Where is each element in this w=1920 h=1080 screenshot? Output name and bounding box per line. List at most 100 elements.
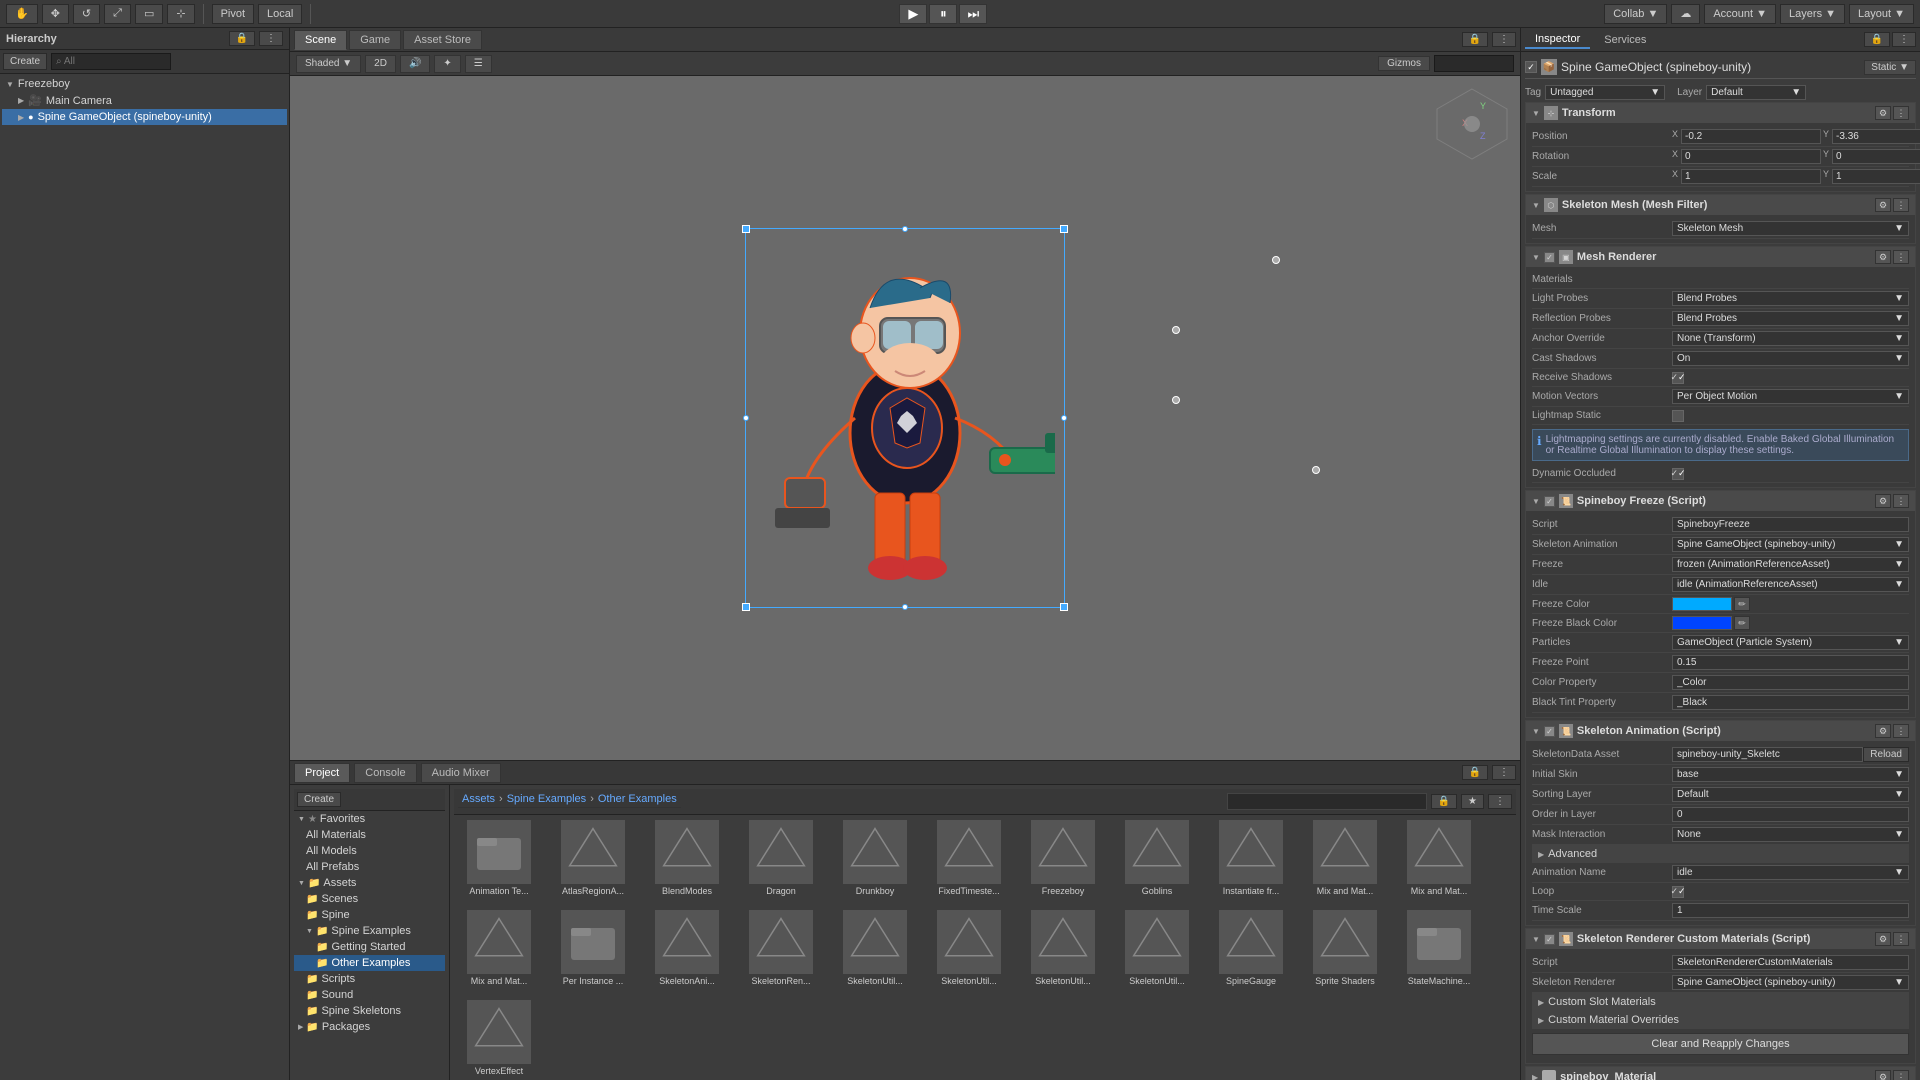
asset-dragon[interactable]: Dragon [736, 815, 826, 901]
breadcrumb-other-examples[interactable]: Other Examples [598, 793, 677, 805]
tree-scenes[interactable]: 📁 Scenes [294, 891, 445, 907]
scene-handle-3[interactable] [1172, 396, 1180, 404]
asset-statemachine[interactable]: StateMachine... [1394, 905, 1484, 991]
tree-spine-examples[interactable]: ▼ 📁 Spine Examples [294, 923, 445, 939]
asset-animation-te[interactable]: Animation Te... [454, 815, 544, 901]
transform-menu-btn[interactable]: ⋮ [1893, 106, 1909, 120]
reflection-probes-dropdown[interactable]: Blend Probes ▼ [1672, 311, 1909, 326]
skeleton-data-dropdown[interactable]: spineboy-unity_Skeletc [1672, 747, 1863, 762]
scale-tool-btn[interactable]: ⤢ [104, 4, 131, 24]
object-enabled-checkbox[interactable] [1525, 61, 1537, 73]
scale-y-field[interactable] [1832, 169, 1920, 184]
spineboy-freeze-menu-btn[interactable]: ⋮ [1893, 494, 1909, 508]
move-tool-btn[interactable]: ✥ [42, 4, 69, 24]
scene-tab-scene[interactable]: Scene [294, 30, 347, 50]
freeze-color-swatch[interactable] [1672, 597, 1732, 611]
mesh-renderer-menu-btn[interactable]: ⋮ [1893, 250, 1909, 264]
asset-atlasregion[interactable]: AtlasRegionA... [548, 815, 638, 901]
skeleton-anim-settings-btn[interactable]: ⚙ [1875, 724, 1891, 738]
mesh-renderer-settings-btn[interactable]: ⚙ [1875, 250, 1891, 264]
layers-btn[interactable]: Layers ▼ [1780, 4, 1845, 24]
dynamic-occluded-checkbox[interactable]: ✓ [1672, 468, 1684, 480]
asset-lock-btn[interactable]: 🔒 [1431, 794, 1457, 809]
freeze-black-picker-btn[interactable]: ✏ [1734, 616, 1750, 630]
shaded-dropdown[interactable]: Shaded ▼ [296, 55, 361, 73]
time-scale-field[interactable] [1672, 903, 1909, 918]
asset-mixmat1[interactable]: Mix and Mat... [1300, 815, 1390, 901]
anchor-override-dropdown[interactable]: None (Transform) ▼ [1672, 331, 1909, 346]
tag-dropdown[interactable]: Untagged ▼ [1545, 85, 1665, 100]
tree-spine-skeletons[interactable]: 📁 Spine Skeletons [294, 1003, 445, 1019]
tree-spine[interactable]: 📁 Spine [294, 907, 445, 923]
custom-slot-section[interactable]: ▶ Custom Slot Materials [1532, 993, 1909, 1011]
inspector-menu-btn[interactable]: ⋮ [1892, 32, 1916, 47]
tree-sound[interactable]: 📁 Sound [294, 987, 445, 1003]
asset-skeletren[interactable]: SkeletonRen... [736, 905, 826, 991]
asset-search-input[interactable] [1227, 793, 1427, 810]
asset-per-instance[interactable]: Per Instance ... [548, 905, 638, 991]
tree-scripts[interactable]: 📁 Scripts [294, 971, 445, 987]
hierarchy-menu-btn[interactable]: ⋮ [259, 31, 283, 46]
layout-btn[interactable]: Layout ▼ [1849, 4, 1914, 24]
mesh-renderer-header[interactable]: ▼ ✓ ▣ Mesh Renderer ⚙ ⋮ [1526, 247, 1915, 267]
handle-ml[interactable] [743, 415, 749, 421]
asset-skeletutil4[interactable]: SkeletonUtil... [1112, 905, 1202, 991]
advanced-section[interactable]: ▶ Advanced [1532, 845, 1909, 863]
rect-tool-btn[interactable]: ▭ [135, 4, 163, 24]
asset-sprite-shaders[interactable]: Sprite Shaders [1300, 905, 1390, 991]
effects-btn[interactable]: ✦ [434, 55, 460, 73]
handle-mr[interactable] [1061, 415, 1067, 421]
mesh-dropdown[interactable]: Skeleton Mesh ▼ [1672, 221, 1909, 236]
custom-script-dropdown[interactable]: SkeletonRendererCustomMaterials [1672, 955, 1909, 970]
asset-vertexeffect[interactable]: VertexEffect [454, 995, 544, 1080]
custom-mat-enabled-checkbox[interactable]: ✓ [1544, 934, 1555, 945]
collab-btn[interactable]: Collab ▼ [1604, 4, 1667, 24]
tree-all-materials[interactable]: All Materials [294, 827, 445, 843]
loop-checkbox[interactable]: ✓ [1672, 886, 1684, 898]
tree-packages[interactable]: ▶ 📁 Packages [294, 1019, 445, 1035]
clear-reapply-btn[interactable]: Clear and Reapply Changes [1532, 1033, 1909, 1055]
gizmos-btn[interactable]: Gizmos [1378, 56, 1430, 71]
custom-renderer-dropdown[interactable]: Spine GameObject (spineboy-unity) ▼ [1672, 975, 1909, 990]
asset-mixmat2[interactable]: Mix and Mat... [1394, 815, 1484, 901]
project-tab[interactable]: Project [294, 763, 350, 783]
handle-br[interactable] [1060, 603, 1068, 611]
idle-dropdown[interactable]: idle (AnimationReferenceAsset) ▼ [1672, 577, 1909, 592]
asset-skeletutil1[interactable]: SkeletonUtil... [830, 905, 920, 991]
hierarchy-lock-btn[interactable]: 🔒 [229, 31, 255, 46]
mesh-filter-header[interactable]: ▼ ⬡ Skeleton Mesh (Mesh Filter) ⚙ ⋮ [1526, 195, 1915, 215]
2d-btn[interactable]: 2D [365, 55, 396, 73]
play-btn[interactable]: ▶ [899, 4, 927, 24]
scene-view[interactable]: X Y Z [290, 76, 1520, 760]
animation-name-dropdown[interactable]: idle ▼ [1672, 865, 1909, 880]
spineboy-mat-menu-btn[interactable]: ⋮ [1893, 1070, 1909, 1080]
transform-tool-btn[interactable]: ⊹ [167, 4, 194, 24]
hierarchy-item-spine[interactable]: ▶ ● Spine GameObject (spineboy-unity) [2, 109, 287, 125]
pivot-btn[interactable]: Pivot [212, 4, 254, 24]
breadcrumb-assets[interactable]: Assets [462, 793, 495, 805]
rotate-tool-btn[interactable]: ↺ [73, 4, 100, 24]
asset-freezeboy[interactable]: Freezeboy [1018, 815, 1108, 901]
motion-vectors-dropdown[interactable]: Per Object Motion ▼ [1672, 389, 1909, 404]
scene-handle-4[interactable] [1312, 466, 1320, 474]
particles-dropdown[interactable]: GameObject (Particle System) ▼ [1672, 635, 1909, 650]
project-menu-btn[interactable]: ⋮ [1492, 765, 1516, 780]
inspector-lock-btn[interactable]: 🔒 [1864, 32, 1890, 47]
mesh-filter-menu-btn[interactable]: ⋮ [1893, 198, 1909, 212]
scene-menu-btn[interactable]: ⋮ [1492, 32, 1516, 47]
pos-y-field[interactable] [1832, 129, 1920, 144]
handle-tl[interactable] [742, 225, 750, 233]
handle-bm[interactable] [902, 604, 908, 610]
hierarchy-search-input[interactable] [51, 53, 171, 70]
light-probes-dropdown[interactable]: Blend Probes ▼ [1672, 291, 1909, 306]
hand-tool-btn[interactable]: ✋ [6, 4, 38, 24]
console-tab[interactable]: Console [354, 763, 416, 783]
cast-shadows-dropdown[interactable]: On ▼ [1672, 351, 1909, 366]
custom-mat-settings-btn[interactable]: ⚙ [1875, 932, 1891, 946]
sorting-layer-dropdown[interactable]: Default ▼ [1672, 787, 1909, 802]
transform-header[interactable]: ▼ ⊹ Transform ⚙ ⋮ [1526, 103, 1915, 123]
project-lock-btn[interactable]: 🔒 [1462, 765, 1488, 780]
account-btn[interactable]: Account ▼ [1704, 4, 1776, 24]
mesh-renderer-enabled-checkbox[interactable]: ✓ [1544, 252, 1555, 263]
asset-fixedtimeste[interactable]: FixedTimeste... [924, 815, 1014, 901]
